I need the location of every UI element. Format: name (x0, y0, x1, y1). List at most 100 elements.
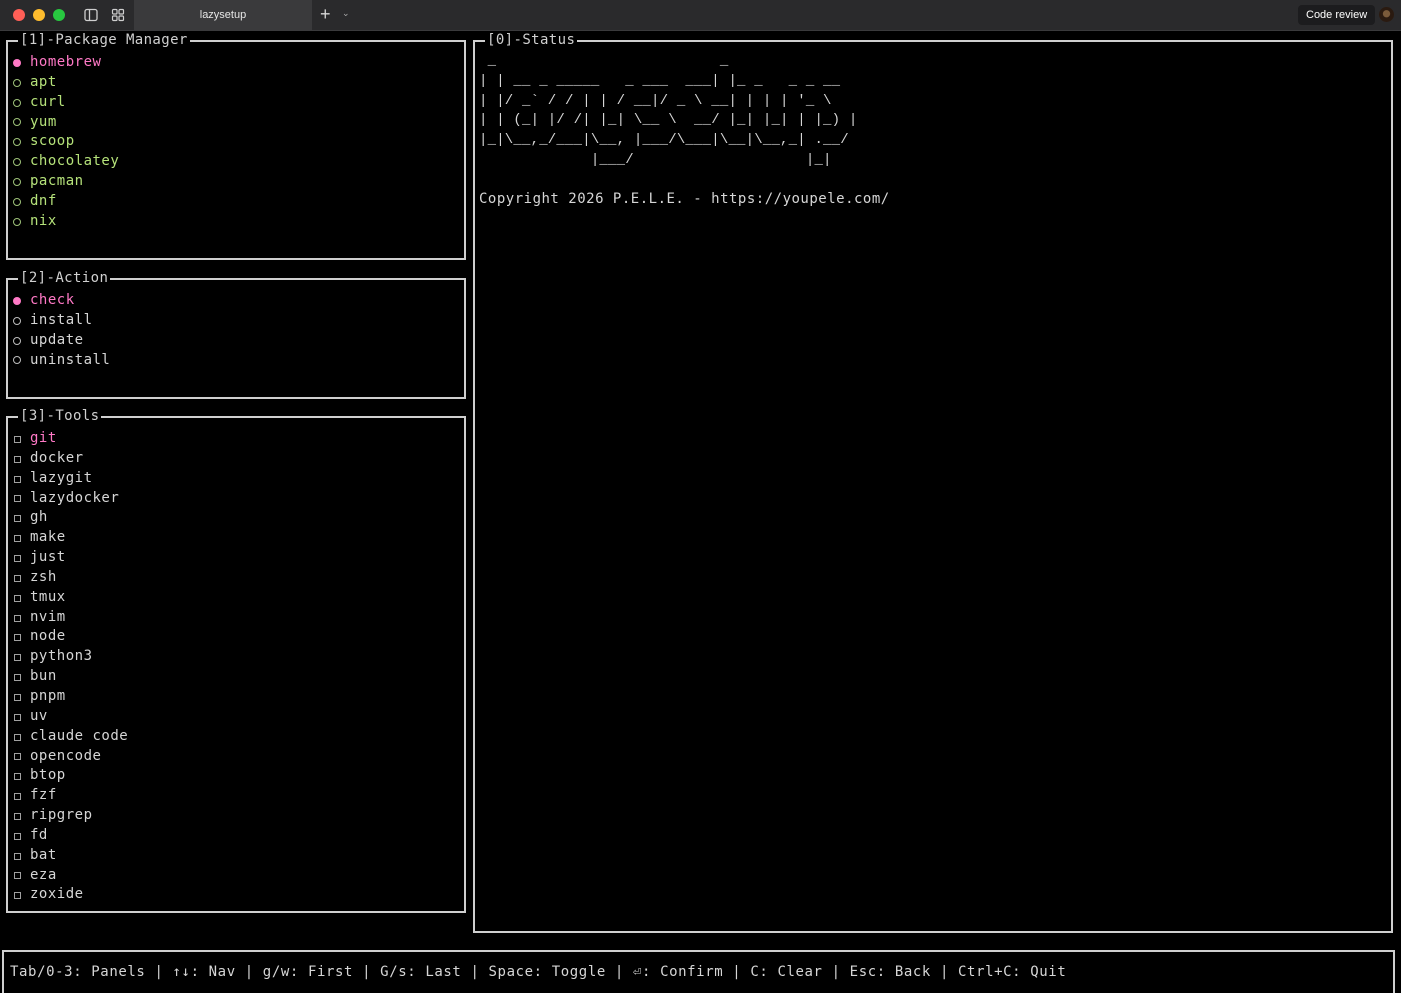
list-item[interactable]: make (10, 528, 128, 548)
list-item-label: check (30, 292, 75, 308)
list-item-label: apt (30, 73, 57, 90)
checkbox-icon (10, 732, 30, 742)
checkbox-icon (10, 454, 30, 464)
list-item[interactable]: update (10, 331, 110, 351)
plus-icon[interactable]: + (320, 4, 331, 24)
tab-lazysetup[interactable]: lazysetup (134, 0, 312, 30)
list-item-label: update (30, 331, 84, 348)
list-item[interactable]: uninstall (10, 351, 110, 371)
list-item[interactable]: yum (10, 113, 119, 133)
list-item[interactable]: homebrew (10, 53, 119, 73)
list-item[interactable]: tmux (10, 588, 128, 608)
radio-unselected-icon (10, 117, 30, 127)
panel-title: [0]-Status (485, 32, 578, 48)
checkbox-icon (10, 712, 30, 722)
list-item[interactable]: zoxide (10, 885, 128, 905)
list-item-label: dnf (30, 192, 57, 209)
list-item-label: curl (30, 93, 66, 110)
list-item[interactable]: dnf (10, 192, 119, 212)
list-item-label: zsh (30, 568, 57, 585)
list-item[interactable]: claude code (10, 727, 128, 747)
list-item-label: uninstall (30, 351, 111, 368)
list-item[interactable]: curl (10, 93, 119, 113)
checkbox-icon (10, 811, 30, 821)
list-item[interactable]: btop (10, 766, 128, 786)
grid-icon[interactable] (110, 7, 126, 23)
package-manager-panel[interactable]: [1]-Package Manager homebrew apt curl yum sc… (6, 32, 466, 260)
tools-panel[interactable]: [3]-Tools git docker lazygit lazydocker gh ma… (6, 408, 466, 913)
list-item-label: fd (30, 826, 48, 843)
list-item[interactable]: gh (10, 508, 128, 528)
list-item[interactable]: chocolatey (10, 152, 119, 172)
list-item-label: opencode (30, 747, 102, 764)
checkbox-icon (10, 632, 30, 642)
checkbox-icon (10, 791, 30, 801)
radio-unselected-icon (10, 177, 30, 187)
list-item[interactable]: lazygit (10, 469, 128, 489)
list-item[interactable]: python3 (10, 647, 128, 667)
avatar[interactable] (1379, 7, 1394, 22)
list-item-label: nix (30, 212, 57, 229)
list-item[interactable]: check (10, 291, 110, 311)
list-item-label: chocolatey (30, 153, 120, 170)
checkbox-icon (10, 870, 30, 880)
action-panel[interactable]: [2]-Action check install update uninstall (6, 270, 466, 399)
code-review-button[interactable]: Code review (1298, 5, 1376, 25)
package-manager-list: homebrew apt curl yum scoop chocolatey pacman d… (10, 53, 119, 232)
list-item[interactable]: nix (10, 212, 119, 232)
list-item-label: homebrew (30, 54, 102, 70)
window-titlebar: lazysetup + ⌄ Code review (0, 0, 1401, 31)
list-item[interactable]: opencode (10, 747, 128, 767)
list-item-label: gh (30, 509, 48, 526)
checkbox-icon (10, 553, 30, 563)
close-icon[interactable] (13, 9, 25, 21)
list-item-label: scoop (30, 133, 75, 150)
ascii-logo: _ _ | | __ _ _____ _ ___ ___| |_ _ _ _ _… (479, 53, 858, 168)
list-item[interactable]: fzf (10, 786, 128, 806)
list-item[interactable]: scoop (10, 132, 119, 152)
list-item[interactable]: uv (10, 707, 128, 727)
radio-unselected-icon (10, 336, 30, 346)
sidebar-toggle-icon[interactable] (83, 7, 99, 23)
radio-selected-icon (10, 296, 30, 306)
list-item[interactable]: eza (10, 866, 128, 886)
list-item-label: claude code (30, 727, 129, 744)
panel-title: [1]-Package Manager (18, 32, 190, 48)
checkbox-icon (10, 474, 30, 484)
list-item-label: eza (30, 866, 57, 883)
checkbox-icon (10, 652, 30, 662)
list-item-label: nvim (30, 608, 66, 625)
list-item[interactable]: bun (10, 667, 128, 687)
list-item[interactable]: docker (10, 449, 128, 469)
list-item-label: pacman (30, 173, 84, 190)
list-item[interactable]: install (10, 311, 110, 331)
list-item[interactable]: ripgrep (10, 806, 128, 826)
checkbox-icon (10, 613, 30, 623)
status-panel[interactable]: [0]-Status _ _ | | __ _ _____ _ ___ ___|… (473, 32, 1393, 933)
list-item[interactable]: fd (10, 826, 128, 846)
checkbox-icon (10, 771, 30, 781)
checkbox-icon (10, 434, 30, 444)
list-item-label: docker (30, 449, 84, 466)
list-item-label: fzf (30, 787, 57, 804)
minimize-icon[interactable] (33, 9, 45, 21)
list-item[interactable]: git (10, 429, 128, 449)
list-item-label: make (30, 529, 66, 546)
list-item[interactable]: apt (10, 73, 119, 93)
list-item-label: pnpm (30, 687, 66, 704)
list-item[interactable]: zsh (10, 568, 128, 588)
list-item[interactable]: bat (10, 846, 128, 866)
list-item[interactable]: node (10, 627, 128, 647)
checkbox-icon (10, 692, 30, 702)
list-item[interactable]: pacman (10, 172, 119, 192)
zoom-icon[interactable] (53, 9, 65, 21)
chevron-down-icon[interactable]: ⌄ (342, 8, 350, 19)
list-item-label: bat (30, 846, 57, 863)
list-item[interactable]: nvim (10, 608, 128, 628)
keybinding-help-bar: Tab/0-3: Panels | ↑↓: Nav | g/w: First |… (2, 950, 1395, 993)
list-item[interactable]: lazydocker (10, 489, 128, 509)
list-item[interactable]: pnpm (10, 687, 128, 707)
radio-unselected-icon (10, 316, 30, 326)
list-item-label: lazygit (30, 469, 93, 486)
list-item[interactable]: just (10, 548, 128, 568)
